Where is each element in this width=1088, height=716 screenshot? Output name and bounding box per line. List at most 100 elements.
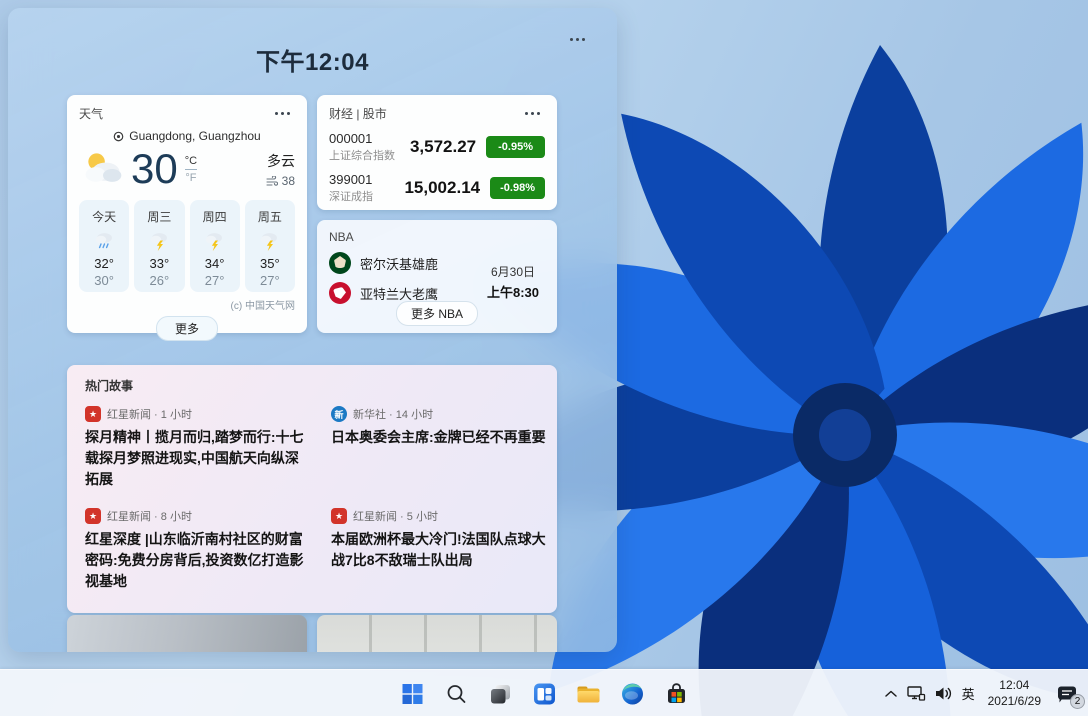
news-item[interactable]: 新 新华社 · 14 小时 日本奥委会主席:金牌已经不再重要	[331, 406, 553, 490]
unit-celsius[interactable]: °C	[185, 155, 197, 170]
stock-name: 上证综合指数	[329, 147, 410, 163]
forecast-high: 33°	[150, 256, 170, 271]
stock-value: 3,572.27	[410, 137, 486, 157]
storm-icon	[259, 230, 280, 251]
folder-icon	[575, 682, 601, 706]
forecast-tile[interactable]: 今天 32° 30°	[79, 200, 129, 292]
panel-settings-button[interactable]	[563, 30, 591, 48]
notification-center-button[interactable]: 2	[1052, 679, 1082, 709]
source-icon: ★	[331, 508, 347, 524]
forecast-high: 32°	[94, 256, 114, 271]
nba-widget[interactable]: NBA 密尔沃基雄鹿 亚特兰大老鹰 6月30日 上午8:30 更多 NBA	[317, 220, 557, 333]
news-meta-text: 新华社 · 14 小时	[353, 406, 433, 422]
news-headline[interactable]: 日本奥委会主席:金牌已经不再重要	[331, 427, 553, 448]
forecast-day: 周五	[258, 208, 282, 225]
notification-badge: 2	[1070, 694, 1085, 709]
taskbar: 英 12:04 2021/6/29 2	[0, 669, 1088, 716]
weather-condition: 多云	[266, 151, 295, 171]
wind-icon	[266, 176, 278, 186]
search-button[interactable]	[436, 673, 477, 714]
store-icon	[664, 682, 688, 706]
forecast-tile[interactable]: 周四 34° 27°	[190, 200, 240, 292]
stocks-widget[interactable]: 财经 | 股市 000001 上证综合指数 3,572.27 -0.95% 39…	[317, 95, 557, 210]
game-time: 上午8:30	[487, 282, 539, 301]
weather-widget[interactable]: 天气 Guangdong, Guangzhou 30 °C °F 多云	[67, 95, 307, 333]
forecast-tile[interactable]: 周五 35° 27°	[245, 200, 295, 292]
search-icon	[444, 682, 468, 706]
bucks-logo-icon	[329, 252, 351, 274]
forecast-high: 34°	[205, 256, 225, 271]
news-meta-text: 红星新闻 · 5 小时	[353, 508, 438, 524]
edge-icon	[620, 682, 644, 706]
widgets-icon	[532, 682, 556, 706]
taskview-icon	[488, 682, 512, 706]
start-button[interactable]	[392, 673, 433, 714]
weather-location: Guangdong, Guangzhou	[129, 129, 260, 143]
stock-row[interactable]: 000001 上证综合指数 3,572.27 -0.95%	[329, 131, 545, 163]
stock-row[interactable]: 399001 深证成指 15,002.14 -0.98%	[329, 172, 545, 204]
news-headline[interactable]: 探月精神丨揽月而归,踏梦而行:十七载探月梦照进现实,中国航天向纵深拓展	[85, 427, 307, 490]
taskview-button[interactable]	[480, 673, 521, 714]
stock-value: 15,002.14	[404, 178, 490, 198]
network-button[interactable]	[906, 674, 926, 714]
news-item[interactable]: ★ 红星新闻 · 5 小时 本届欧洲杯最大冷门!法国队点球大战7比8不敌瑞士队出…	[331, 508, 553, 592]
forecast-low: 27°	[205, 273, 225, 288]
ellipsis-icon	[275, 112, 290, 115]
taskbar-date: 2021/6/29	[988, 694, 1041, 710]
news-image-card[interactable]	[67, 615, 307, 652]
current-temp: 30	[131, 148, 178, 190]
start-icon	[400, 682, 424, 706]
team-name: 亚特兰大老鹰	[360, 284, 438, 303]
forecast-high: 35°	[260, 256, 280, 271]
store-button[interactable]	[656, 673, 697, 714]
unit-fahrenheit[interactable]: °F	[185, 170, 197, 184]
hidden-icons-button[interactable]	[883, 674, 899, 714]
forecast-low: 30°	[94, 273, 114, 288]
news-image-card[interactable]	[317, 615, 557, 652]
news-headline[interactable]: 红星深度 |山东临沂南村社区的财富密码:免费分房背后,投资数亿打造影视基地	[85, 529, 307, 592]
edge-button[interactable]	[612, 673, 653, 714]
aqi-value: 38	[282, 174, 295, 188]
ellipsis-icon	[570, 38, 585, 41]
ellipsis-icon	[525, 112, 540, 115]
sun-behind-cloud-icon	[79, 147, 127, 191]
weather-more-button[interactable]: 更多	[156, 316, 218, 341]
forecast-day: 周三	[147, 208, 171, 225]
stock-change-badge: -0.98%	[490, 177, 545, 199]
news-item[interactable]: ★ 红星新闻 · 1 小时 探月精神丨揽月而归,踏梦而行:十七载探月梦照进现实,…	[85, 406, 307, 490]
widgets-panel: 下午12:04 天气 Guangdong, Guangzhou 30 °C °F	[8, 8, 617, 652]
news-headline[interactable]: 本届欧洲杯最大冷门!法国队点球大战7比8不敌瑞士队出局	[331, 529, 553, 571]
news-meta-text: 红星新闻 · 8 小时	[107, 508, 192, 524]
temp-unit-toggle[interactable]: °C °F	[185, 155, 197, 184]
volume-button[interactable]	[933, 674, 953, 714]
forecast-low: 26°	[150, 273, 170, 288]
forecast-tile[interactable]: 周三 33° 26°	[134, 200, 184, 292]
storm-icon	[149, 230, 170, 251]
taskbar-clock[interactable]: 12:04 2021/6/29	[984, 678, 1045, 709]
source-icon: ★	[85, 508, 101, 524]
volume-icon	[933, 685, 953, 702]
stocks-menu-button[interactable]	[519, 106, 545, 122]
file-explorer-button[interactable]	[568, 673, 609, 714]
network-icon	[906, 685, 926, 702]
stock-code: 000001	[329, 131, 410, 146]
nba-more-button[interactable]: 更多 NBA	[396, 301, 478, 326]
widgets-button[interactable]	[524, 673, 565, 714]
weather-menu-button[interactable]	[269, 106, 295, 122]
news-section-title: 热门故事	[85, 377, 539, 394]
weather-title: 天气	[79, 105, 103, 122]
panel-time: 下午12:04	[8, 42, 617, 77]
team-row: 密尔沃基雄鹿	[329, 252, 487, 274]
ime-indicator[interactable]: 英	[960, 684, 977, 703]
taskbar-time: 12:04	[988, 678, 1041, 694]
nba-title: NBA	[329, 230, 354, 244]
rain-icon	[94, 230, 115, 251]
news-item[interactable]: ★ 红星新闻 · 8 小时 红星深度 |山东临沂南村社区的财富密码:免费分房背后…	[85, 508, 307, 592]
news-meta-text: 红星新闻 · 1 小时	[107, 406, 192, 422]
chevron-up-icon	[883, 687, 899, 701]
storm-icon	[204, 230, 225, 251]
source-icon: ★	[85, 406, 101, 422]
game-date: 6月30日	[487, 263, 539, 280]
location-pin-icon	[113, 131, 124, 142]
weather-attribution: (c) 中国天气网	[79, 297, 295, 312]
